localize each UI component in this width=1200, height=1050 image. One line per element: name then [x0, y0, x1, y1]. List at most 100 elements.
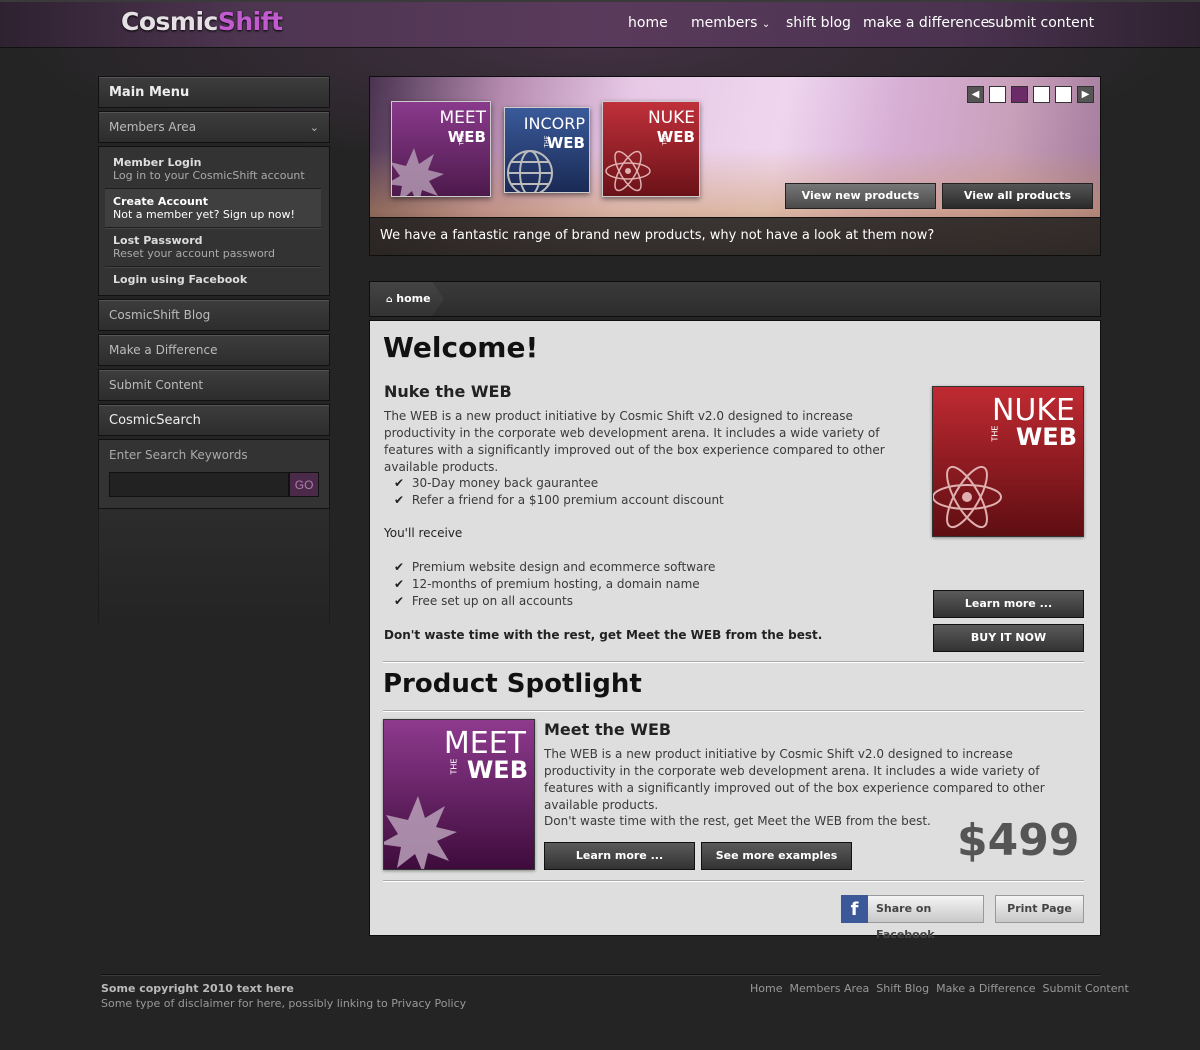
divider [383, 880, 1084, 881]
nav-make-a-difference[interactable]: make a difference [863, 15, 989, 31]
submenu-lost-password[interactable]: Lost Password Reset your account password [105, 228, 321, 267]
list-item: ✔ Refer a friend for a $100 premium acco… [394, 492, 724, 509]
product-slider: ◀ ▶ MEET THE WEB INCORP THE WEB NUKE THE… [369, 76, 1101, 256]
nav-shift-blog[interactable]: shift blog [786, 15, 851, 31]
search-title: CosmicSearch [109, 412, 201, 428]
learn-more-button[interactable]: Learn more ... [933, 590, 1084, 618]
slider-caption: We have a fantastic range of brand new p… [370, 217, 1100, 255]
product-box-meet-the-web[interactable]: MEET THE WEB [391, 101, 491, 197]
search-input[interactable] [109, 472, 290, 497]
atom-icon [605, 150, 651, 192]
list-item-text: 30-Day money back gaurantee [411, 476, 599, 490]
footer-links: Home Members Area Shift Blog Make a Diff… [750, 982, 1129, 995]
product-box-nuke-the-web[interactable]: NUKE THE WEB [602, 101, 700, 197]
breadcrumb-home-label[interactable]: ⌂ home [386, 292, 431, 305]
list-item-text: Refer a friend for a $100 premium accoun… [411, 493, 724, 507]
submenu-login-facebook[interactable]: Login using Facebook [105, 267, 321, 292]
product-box-web: WEB [447, 128, 486, 146]
sidebar-item-blog[interactable]: CosmicShift Blog [98, 299, 330, 331]
footer-link-submit[interactable]: Submit Content [1043, 982, 1129, 995]
product-box-title: NUKE [647, 108, 695, 128]
checkmark-icon: ✔ [394, 560, 405, 574]
slider-next-button[interactable]: ▶ [1077, 86, 1094, 103]
main-menu-title: Main Menu [109, 84, 190, 100]
see-more-examples-button[interactable]: See more examples [701, 842, 852, 870]
sidebar-item-label: Make a Difference [109, 343, 218, 357]
product-description: The WEB is a new product initiative by C… [384, 409, 885, 474]
checkmark-icon: ✔ [394, 577, 405, 591]
chevron-down-icon: ⌄ [309, 120, 319, 134]
product-image-the: THE [990, 425, 1000, 442]
product-box-title: INCORP [523, 114, 585, 133]
members-submenu: Member Login Log in to your CosmicShift a… [98, 146, 330, 296]
buy-it-now-button[interactable]: BUY IT NOW [933, 624, 1084, 652]
home-icon: ⌂ [386, 295, 393, 305]
nav-members[interactable]: members ⌄ [691, 15, 770, 31]
members-area-label: Members Area [109, 120, 197, 134]
submenu-desc: Reset your account password [113, 247, 275, 260]
list-item: ✔ Free set up on all accounts [394, 593, 573, 610]
slider-dot-4[interactable] [1055, 86, 1072, 103]
product-image-nuke: NUKE THE WEB [932, 386, 1084, 537]
search-label: Enter Search Keywords [109, 448, 248, 462]
product-title-meet: Meet the WEB [544, 720, 672, 739]
spotlight-description: The WEB is a new product initiative by C… [544, 747, 1045, 812]
closing-text: Don't waste time with the rest, get Meet… [384, 628, 823, 642]
slider-prev-button[interactable]: ◀ [967, 86, 984, 103]
footer-link-members[interactable]: Members Area [789, 982, 869, 995]
view-all-products-button[interactable]: View all products [942, 183, 1093, 209]
nav-home[interactable]: home [628, 15, 668, 31]
spotlight-closing: Don't waste time with the rest, get Meet… [544, 814, 931, 828]
slider-dot-1[interactable] [989, 86, 1006, 103]
search-go-button[interactable]: GO [289, 472, 319, 497]
list-item: ✔ 12-months of premium hosting, a domain… [394, 576, 700, 593]
submenu-title: Create Account [113, 195, 208, 208]
footer-disclaimer: Some type of disclaimer for here, possib… [101, 997, 467, 1010]
share-facebook-button[interactable]: f Share on Facebook [841, 895, 984, 941]
submenu-title: Lost Password [113, 234, 203, 247]
sidebar: Main Menu Members Area ⌄ Member Login Log … [98, 76, 330, 624]
sidebar-item-members-area[interactable]: Members Area ⌄ [98, 111, 330, 143]
page-title: Welcome! [383, 331, 539, 364]
sidebar-item-make-a-difference[interactable]: Make a Difference [98, 334, 330, 366]
view-new-products-button[interactable]: View new products [785, 183, 936, 209]
list-item-text: 12-months of premium hosting, a domain n… [411, 577, 700, 591]
footer-link-make-difference[interactable]: Make a Difference [936, 982, 1035, 995]
submenu-title: Login using Facebook [113, 273, 248, 286]
submenu-member-login[interactable]: Member Login Log in to your CosmicShift a… [105, 150, 321, 189]
facebook-icon: f [841, 895, 868, 923]
breadcrumb-home-text: home [396, 292, 431, 305]
divider [383, 710, 1084, 711]
starburst-icon [392, 148, 444, 196]
product-image-web: WEB [466, 756, 528, 784]
product-image-meet: MEET THE WEB [383, 719, 535, 870]
checkmark-icon: ✔ [394, 476, 405, 490]
logo-part-cosmic: Cosmic [121, 7, 218, 36]
receive-heading: You'll receive [384, 526, 463, 540]
slider-dot-3[interactable] [1033, 86, 1050, 103]
sidebar-item-submit-content[interactable]: Submit Content [98, 369, 330, 401]
submenu-create-account[interactable]: Create Account Not a member yet? Sign up … [105, 189, 321, 228]
spotlight-title: Product Spotlight [383, 669, 642, 699]
price-label: $499 [957, 815, 1080, 866]
list-item: ✔ Premium website design and ecommerce s… [394, 559, 715, 576]
list-item: ✔ 30-Day money back gaurantee [394, 475, 598, 492]
slider-dot-2[interactable] [1011, 86, 1028, 103]
share-label: Share on Facebook [876, 902, 935, 941]
product-title-nuke: Nuke the WEB [384, 382, 512, 401]
list-item-text: Premium website design and ecommerce sof… [411, 560, 716, 574]
breadcrumb: ⌂ home [369, 281, 1101, 317]
list-item-text: Free set up on all accounts [411, 594, 573, 608]
logo-part-shift: Shift [217, 7, 283, 36]
product-box-title: MEET [439, 108, 486, 128]
print-page-button[interactable]: Print Page [995, 895, 1084, 923]
footer-link-blog[interactable]: Shift Blog [876, 982, 929, 995]
search-panel: Enter Search Keywords GO [98, 439, 330, 509]
spotlight-learn-more-button[interactable]: Learn more ... [544, 842, 695, 870]
product-box-incorp-the-web[interactable]: INCORP THE WEB [504, 107, 590, 193]
logo[interactable]: CosmicShift [121, 7, 283, 36]
footer-link-home[interactable]: Home [750, 982, 782, 995]
nav-submit-content[interactable]: submit content [988, 15, 1094, 31]
atom-icon [933, 465, 1002, 529]
submenu-desc: Log in to your CosmicShift account [113, 169, 305, 182]
